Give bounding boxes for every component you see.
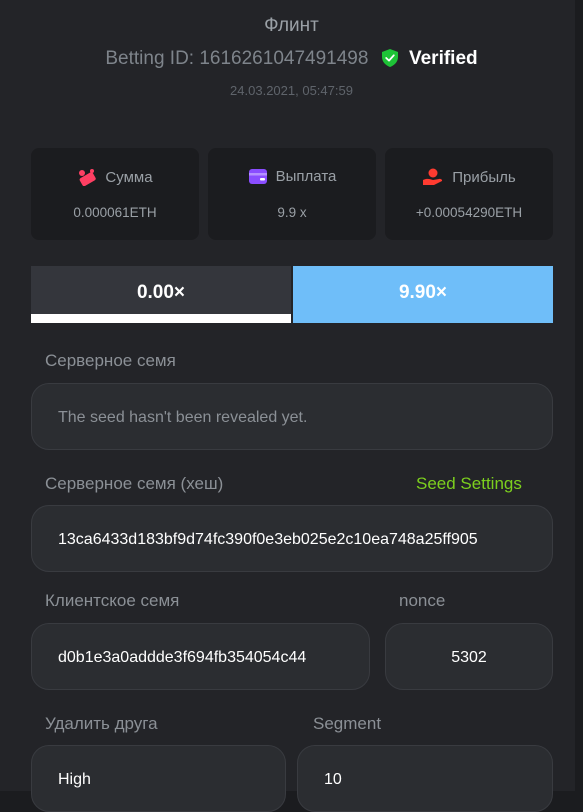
betting-id: Betting ID: 1616261047491498	[105, 48, 369, 69]
tab-multiplier-result[interactable]: 0.00×	[31, 266, 291, 323]
segment-label: Segment	[313, 714, 382, 733]
server-seed-label: Серверное семя	[45, 351, 176, 370]
betting-id-row: Betting ID: 1616261047491498 Verified	[0, 48, 583, 73]
profit-hand-icon	[423, 168, 443, 185]
stat-value: 0.000061ETH	[73, 205, 157, 220]
result-progress-bar	[31, 314, 291, 323]
stat-card-payout: Выплата 9.9 x	[208, 148, 376, 240]
tab-multiplier-target[interactable]: 9.90×	[293, 266, 553, 323]
server-seed-field[interactable]: The seed hasn't been revealed yet.	[31, 383, 553, 450]
stat-card-profit: Прибыль +0.00054290ETH	[385, 148, 553, 240]
stat-value: 9.9 x	[277, 205, 307, 220]
stat-value: +0.00054290ETH	[415, 205, 523, 220]
risk-field[interactable]: High	[31, 745, 286, 812]
client-seed-label: Клиентское семя	[45, 591, 180, 610]
seed-settings-link[interactable]: Seed Settings	[416, 474, 522, 494]
wallet-icon	[248, 169, 267, 184]
verified-label: Verified	[408, 48, 478, 69]
stat-card-amount: Сумма 0.000061ETH	[31, 148, 199, 240]
coins-icon	[79, 169, 97, 187]
remove-friend-label: Удалить друга	[45, 714, 158, 733]
server-seed-hash-field[interactable]: 13ca6433d183bf9d74fc390f0e3eb025e2c10ea7…	[31, 505, 553, 572]
bet-details-panel: Флинт Betting ID: 1616261047491498 Verif…	[0, 0, 575, 812]
segment-field[interactable]: 10	[297, 745, 553, 812]
stat-label: Прибыль	[452, 169, 516, 186]
tab-label: 9.90×	[398, 282, 448, 303]
stat-label: Сумма	[105, 169, 153, 186]
client-seed-field[interactable]: d0b1e3a0addde3f694fb354054c44	[31, 623, 370, 690]
bet-date: 24.03.2021, 05:47:59	[230, 83, 353, 98]
server-seed-hash-label: Серверное семя (хеш)	[45, 474, 224, 493]
game-title: Флинт	[264, 15, 319, 36]
tab-label: 0.00×	[136, 282, 186, 303]
verified-shield-icon	[381, 49, 398, 73]
nonce-field[interactable]: 5302	[385, 623, 553, 690]
stat-label: Выплата	[275, 168, 337, 185]
nonce-label: nonce	[399, 591, 446, 610]
